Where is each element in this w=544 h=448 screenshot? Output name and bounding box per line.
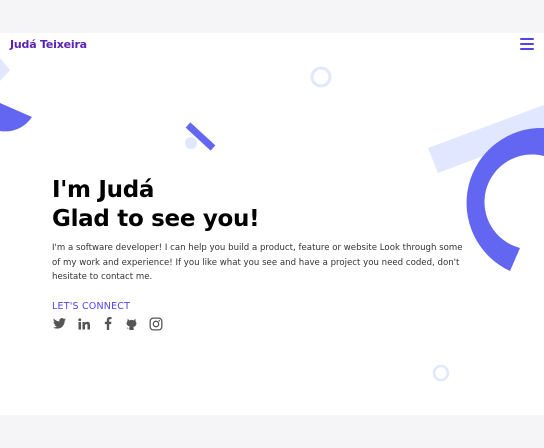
linkedin-icon[interactable]: [76, 316, 91, 331]
hero-description: I'm a software developer! I can help you…: [52, 243, 463, 282]
hero-title-line1: I'm Judá: [52, 177, 155, 203]
social-links: [52, 316, 163, 331]
hero-title-line2: Glad to see you!: [52, 206, 260, 232]
facebook-icon[interactable]: [100, 316, 115, 331]
page: Judá Teixeira I'm Judá Glad to see you! …: [0, 33, 544, 415]
connect-label: LET'S CONNECT: [52, 301, 131, 312]
hero-title: I'm Judá Glad to see you!: [52, 176, 260, 234]
instagram-icon[interactable]: [148, 316, 163, 331]
github-icon[interactable]: [124, 316, 139, 331]
twitter-icon[interactable]: [52, 316, 67, 331]
